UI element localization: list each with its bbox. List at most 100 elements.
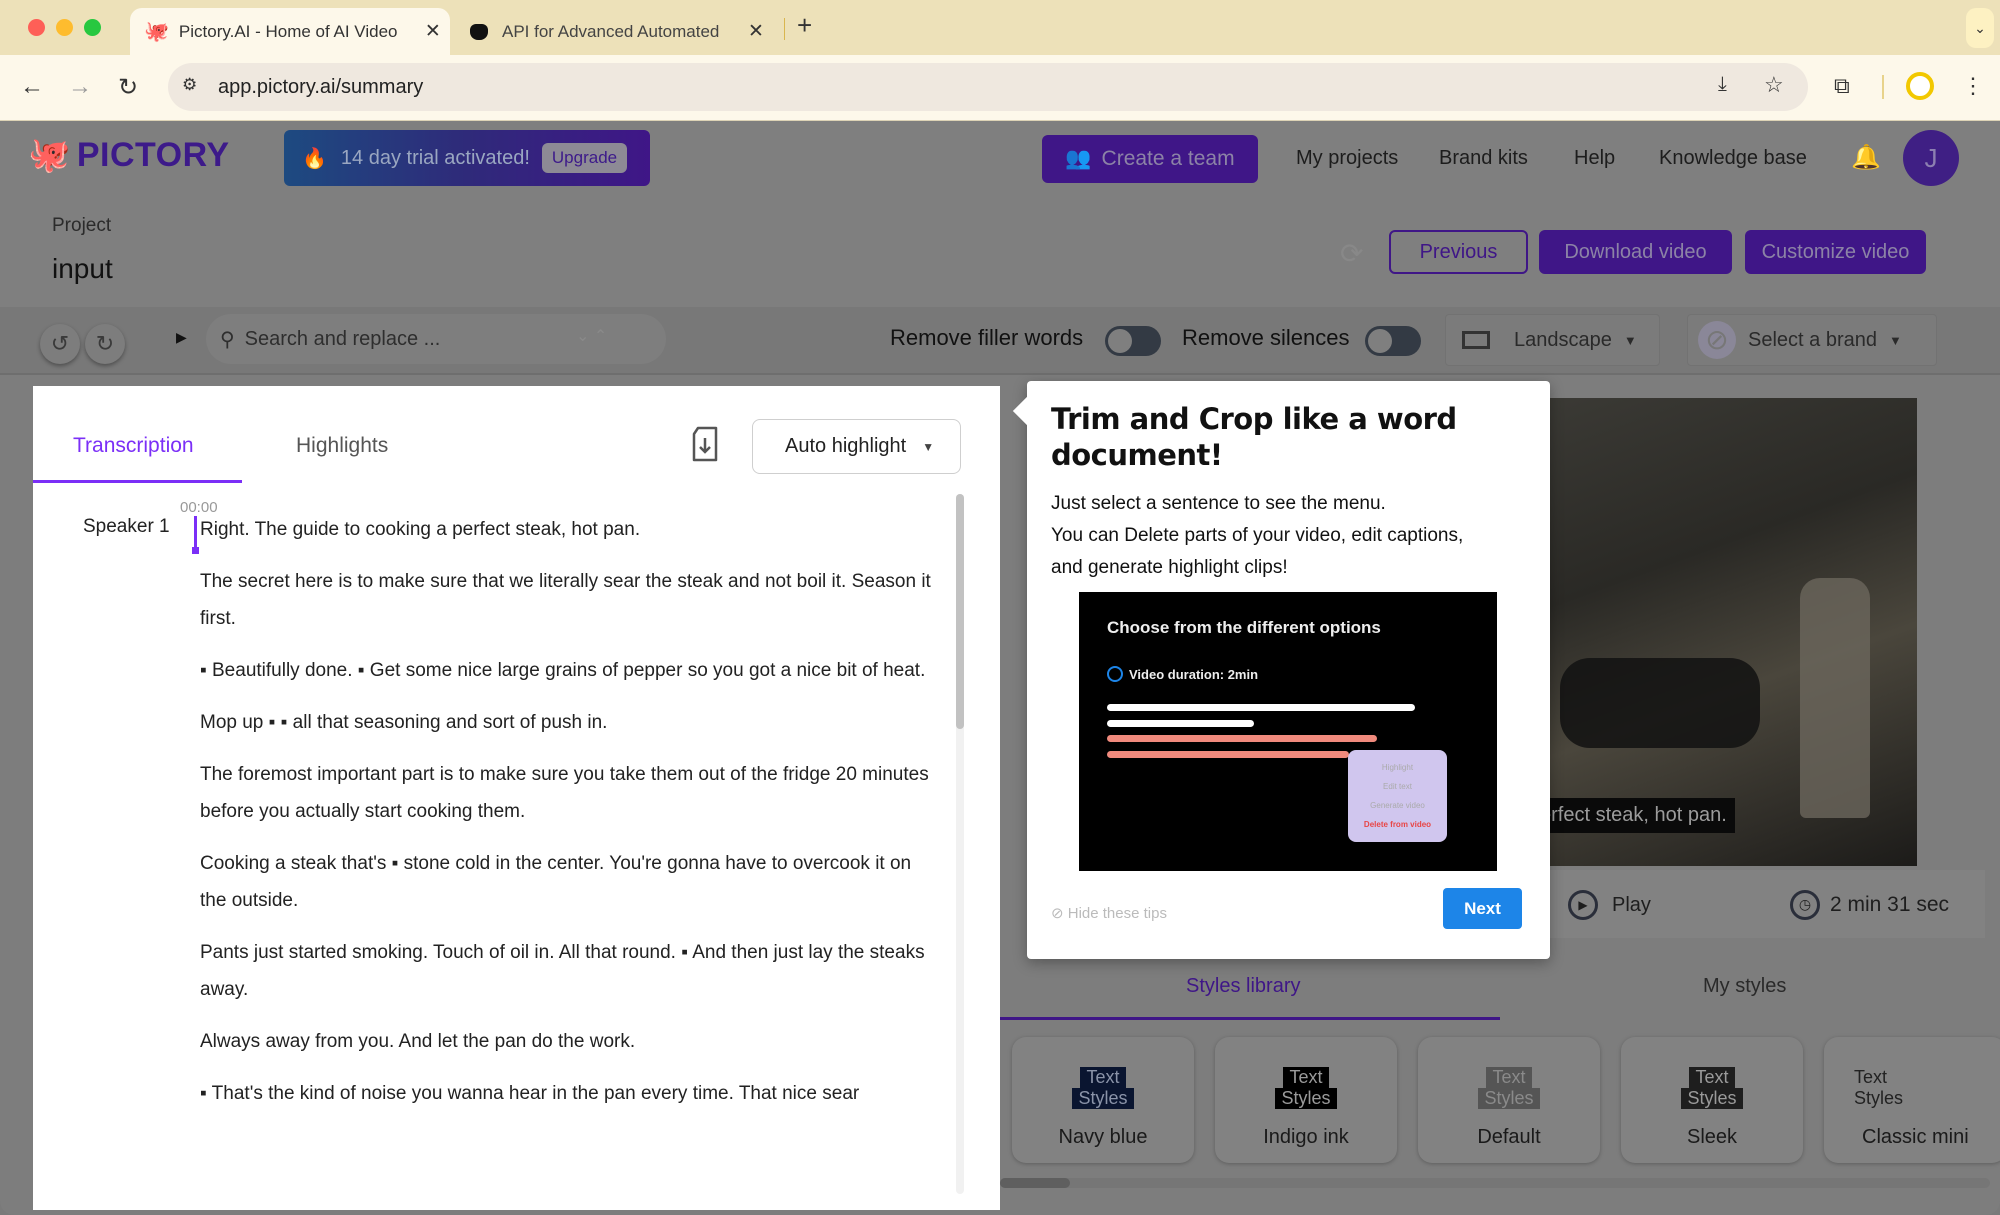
- no-brand-icon: ⊘: [1698, 321, 1736, 359]
- nav-brand-kits[interactable]: Brand kits: [1439, 147, 1528, 170]
- window-minimize-button[interactable]: [56, 19, 73, 36]
- style-preview-text: Styles: [1072, 1088, 1134, 1109]
- transcript-paragraph[interactable]: ▪ That's the kind of noise you wanna hea…: [200, 1075, 940, 1112]
- create-team-button[interactable]: 👥 Create a team: [1042, 135, 1258, 183]
- expand-caret-icon[interactable]: ▶: [176, 329, 187, 346]
- dropdown-caret-icon: ▼: [922, 439, 935, 454]
- bookmark-star-icon[interactable]: ☆: [1764, 72, 1784, 98]
- hide-icon: ⊘: [1051, 905, 1068, 922]
- style-name: Sleek: [1686, 1126, 1738, 1148]
- auto-highlight-dropdown[interactable]: Auto highlight ▼: [752, 419, 961, 474]
- close-tab-icon[interactable]: ✕: [425, 20, 441, 43]
- transcript-paragraph[interactable]: Pants just started smoking. Touch of oil…: [200, 934, 940, 1008]
- remove-silences-label: Remove silences: [1182, 325, 1350, 350]
- transcript-paragraph[interactable]: The foremost important part is to make s…: [200, 756, 940, 830]
- transcript-paragraph[interactable]: Mop up ▪ ▪ all that seasoning and sort o…: [200, 704, 940, 741]
- tab-my-styles[interactable]: My styles: [1703, 975, 1786, 998]
- window-close-button[interactable]: [28, 19, 45, 36]
- style-preview-text: Text: [1854, 1067, 1888, 1087]
- style-preview-text: Text: [1486, 1067, 1532, 1088]
- illustration-line: [1107, 720, 1254, 727]
- style-card[interactable]: Text Styles Indigo ink: [1215, 1037, 1397, 1163]
- illustration-duration-text: Video duration: 2min: [1129, 666, 1259, 682]
- profile-icon[interactable]: [1906, 72, 1934, 100]
- redo-button[interactable]: ↻: [85, 324, 125, 364]
- transcript-paragraph[interactable]: ▪ Beautifully done. ▪ Get some nice larg…: [200, 652, 940, 689]
- install-app-icon[interactable]: ⤓: [1718, 73, 1727, 96]
- undo-button[interactable]: ↺: [40, 324, 80, 364]
- download-video-button[interactable]: Download video: [1539, 230, 1732, 274]
- illustration-menu-item: Generate video: [1370, 801, 1425, 810]
- transcript-panel: Transcription Highlights Auto highlight …: [33, 386, 1000, 1210]
- search-nav-chevrons-icon[interactable]: ⌄ ⌃: [576, 326, 607, 346]
- illustration-line-selected: [1107, 735, 1377, 742]
- sync-icon: ⟳: [1340, 238, 1364, 269]
- auto-highlight-label: Auto highlight: [785, 435, 907, 457]
- transcript-scrollbar[interactable]: [956, 494, 964, 1194]
- remove-silences-toggle[interactable]: [1365, 326, 1421, 356]
- pictory-logo[interactable]: 🐙 PICTORY: [28, 135, 230, 175]
- editor-toolbar: ↺ ↻ ▶ ⚲ Search and replace ... ⌄ ⌃ Remov…: [0, 307, 2000, 375]
- tab-highlights[interactable]: Highlights: [296, 434, 388, 458]
- play-button[interactable]: ▶ Play: [1568, 890, 1651, 920]
- back-arrow-icon[interactable]: ←: [20, 73, 44, 101]
- upgrade-button[interactable]: Upgrade: [541, 143, 628, 173]
- playhead-cursor[interactable]: [192, 516, 199, 554]
- style-preview-text: Styles: [1854, 1088, 1904, 1108]
- video-frame-bottle: [1800, 578, 1870, 818]
- hide-tips-link[interactable]: ⊘ Hide these tips: [1051, 904, 1167, 922]
- new-tab-button[interactable]: +: [797, 10, 812, 41]
- tab-styles-library[interactable]: Styles library: [1186, 975, 1300, 998]
- browser-menu-icon[interactable]: ⋮: [1962, 73, 1984, 99]
- user-avatar[interactable]: J: [1903, 130, 1959, 186]
- video-caption: erfect steak, hot pan.: [1540, 798, 1735, 833]
- notification-bell-icon[interactable]: 🔔: [1851, 143, 1881, 172]
- tab-transcription[interactable]: Transcription: [73, 434, 194, 458]
- onboarding-tip-popover: Trim and Crop like a word document! Just…: [1012, 381, 1550, 959]
- forward-arrow-icon[interactable]: →: [68, 73, 92, 101]
- tip-body-line: Just select a sentence to see the menu.: [1051, 493, 1386, 514]
- transcript-paragraph[interactable]: Cooking a steak that's ▪ stone cold in t…: [200, 845, 940, 919]
- nav-help[interactable]: Help: [1574, 147, 1615, 170]
- url-field[interactable]: ⚙ app.pictory.ai/summary ⤓ ☆: [168, 63, 1808, 111]
- browser-tab-api[interactable]: API for Advanced Automated ✕: [468, 8, 788, 55]
- video-preview[interactable]: erfect steak, hot pan.: [1540, 398, 1917, 866]
- transcript-paragraph[interactable]: The secret here is to make sure that we …: [200, 563, 940, 637]
- video-frame-stove: [1560, 658, 1760, 748]
- tab-search-chevron-icon[interactable]: ⌄: [1966, 8, 1994, 48]
- scrollbar-thumb[interactable]: [956, 494, 964, 729]
- styles-scrollbar[interactable]: [1000, 1178, 1990, 1188]
- speaker-label: Speaker 1: [83, 516, 170, 537]
- site-settings-icon[interactable]: ⚙: [182, 75, 197, 95]
- previous-button[interactable]: Previous: [1389, 230, 1528, 274]
- scrollbar-thumb[interactable]: [1000, 1178, 1070, 1188]
- transcript-paragraph[interactable]: Always away from you. And let the pan do…: [200, 1023, 940, 1060]
- close-tab-icon[interactable]: ✕: [748, 20, 764, 43]
- style-preview: Text Styles: [1824, 1067, 2000, 1109]
- browser-tab-pictory[interactable]: 🐙 Pictory.AI - Home of AI Video ✕: [130, 8, 450, 55]
- brand-select[interactable]: ⊘ Select a brand ▼: [1687, 314, 1937, 366]
- project-name: input: [52, 253, 113, 284]
- transcript-text[interactable]: Right. The guide to cooking a perfect st…: [200, 511, 940, 1171]
- url-text: app.pictory.ai/summary: [218, 75, 424, 98]
- style-card[interactable]: Text Styles Classic mini: [1824, 1037, 2000, 1163]
- reload-icon[interactable]: ↻: [118, 73, 138, 102]
- team-icon: 👥: [1065, 147, 1092, 170]
- nav-my-projects[interactable]: My projects: [1296, 147, 1398, 170]
- style-card[interactable]: Text Styles Navy blue: [1012, 1037, 1194, 1163]
- download-transcript-icon[interactable]: [690, 426, 720, 462]
- style-card[interactable]: Text Styles Sleek: [1621, 1037, 1803, 1163]
- customize-video-button[interactable]: Customize video: [1745, 230, 1926, 274]
- remove-filler-words-toggle[interactable]: [1105, 326, 1161, 356]
- style-card[interactable]: Text Styles Default: [1418, 1037, 1600, 1163]
- nav-knowledge-base[interactable]: Knowledge base: [1659, 147, 1807, 170]
- transcript-paragraph[interactable]: Right. The guide to cooking a perfect st…: [200, 511, 940, 548]
- style-preview-text: Text: [1689, 1067, 1735, 1088]
- extensions-puzzle-icon[interactable]: ⧉: [1834, 73, 1850, 99]
- style-preview-text: Styles: [1478, 1088, 1540, 1109]
- window-maximize-button[interactable]: [84, 19, 101, 36]
- search-replace-input[interactable]: ⚲ Search and replace ... ⌄ ⌃: [206, 314, 666, 364]
- remove-filler-words-label: Remove filler words: [890, 325, 1084, 350]
- next-button[interactable]: Next: [1443, 888, 1522, 929]
- orientation-select[interactable]: Landscape ▼: [1445, 314, 1660, 366]
